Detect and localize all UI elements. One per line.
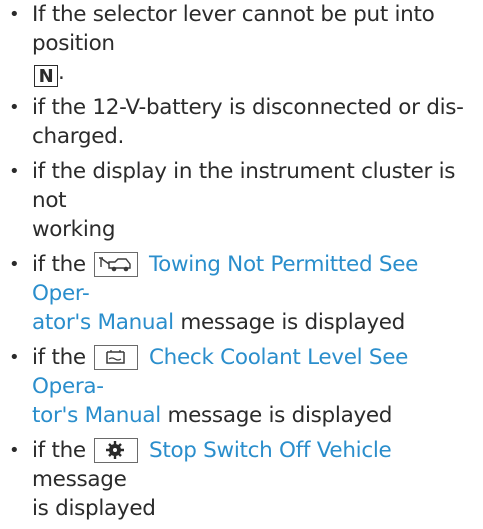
list-item: • if the Stop Switch Off Vehicle message… bbox=[0, 436, 483, 523]
message-text: Stop Switch Off Vehicle bbox=[148, 438, 392, 463]
message-text-cont: tor's Manual bbox=[32, 403, 161, 428]
engine-stop-icon bbox=[94, 438, 139, 463]
item-pre: if the bbox=[32, 252, 86, 277]
item-post: message is displayed bbox=[180, 310, 406, 335]
item-text: If the selector lever cannot be put into… bbox=[32, 2, 435, 56]
item-pre: if the bbox=[32, 438, 86, 463]
bullet: • bbox=[9, 254, 20, 275]
list-item: • if the Check Coolant Level See Opera- … bbox=[0, 343, 483, 430]
item-text: if the display in the instrument cluster… bbox=[32, 159, 456, 213]
bullet: • bbox=[9, 97, 20, 118]
item-post: message is displayed bbox=[167, 403, 393, 428]
bullet: • bbox=[9, 4, 20, 25]
item-tail: . bbox=[58, 60, 65, 85]
list-item: • If the selector lever cannot be put in… bbox=[0, 0, 483, 87]
item-post: message bbox=[32, 467, 127, 492]
towing-icon bbox=[94, 252, 139, 277]
list-item: • if the Towing Not Permitted See Oper- … bbox=[0, 250, 483, 337]
list-item: • if the 12-V-battery is disconnected or… bbox=[0, 93, 483, 151]
list-item: • if the display in the instrument clust… bbox=[0, 157, 483, 244]
message-text-cont: ator's Manual bbox=[32, 310, 174, 335]
gear-n-key: N bbox=[34, 65, 58, 87]
condition-list: • If the selector lever cannot be put in… bbox=[0, 0, 483, 529]
bullet: • bbox=[9, 161, 20, 182]
item-text: if the 12-V-battery is disconnected or d… bbox=[32, 95, 464, 120]
message-text: Check Coolant Level See Opera- bbox=[32, 345, 409, 399]
bullet: • bbox=[9, 347, 20, 368]
message-text: Towing Not Permitted See Oper- bbox=[32, 252, 419, 306]
item-text-cont: working bbox=[32, 217, 116, 242]
item-text-cont: is displayed bbox=[32, 496, 156, 521]
bullet: • bbox=[9, 440, 20, 461]
item-text-cont: charged. bbox=[32, 124, 125, 149]
